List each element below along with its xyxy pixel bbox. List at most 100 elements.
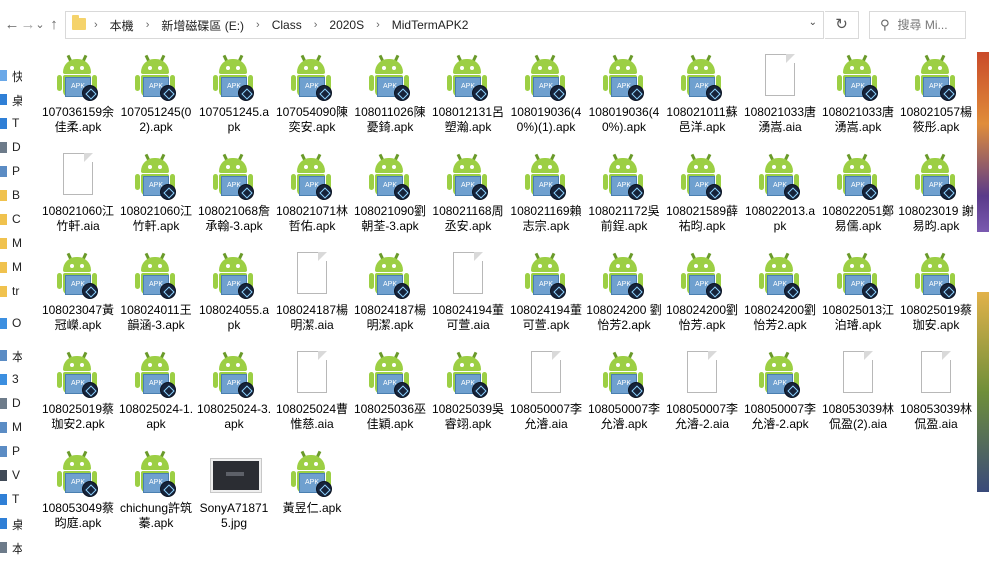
file-item[interactable]: SonyA718715.jpg [196, 448, 272, 531]
file-item[interactable]: APK 108025024-3.apk [196, 349, 272, 432]
breadcrumb-midtermapk2[interactable]: MidTermAPK2 [392, 18, 469, 32]
file-item[interactable]: 108025024曹惟慈.aia [274, 349, 350, 432]
sidebar-item[interactable]: tr [0, 282, 22, 302]
apk-android-icon: APK [756, 351, 804, 401]
file-item[interactable]: 108050007李允濬.aia [508, 349, 584, 432]
file-item[interactable]: APK 108025019蔡珈安2.apk [40, 349, 116, 432]
blank-document-icon [522, 351, 570, 401]
file-item[interactable]: 108024187楊明潔.aia [274, 250, 350, 333]
file-item[interactable]: APK 108021090劉朝荃-3.apk [352, 151, 428, 234]
file-item[interactable]: APK 107051245(02).apk [118, 52, 194, 135]
file-item[interactable]: APK 108021057楊筱彤.apk [898, 52, 974, 135]
sidebar-item[interactable]: V [0, 466, 22, 486]
file-item[interactable]: APK 108021071林哲佑.apk [274, 151, 350, 234]
file-item[interactable]: APK 108025024-1.apk [118, 349, 194, 432]
file-item[interactable]: APK 108024200 劉怡芳2.apk [586, 250, 662, 333]
file-name: 107051245(02).apk [120, 105, 192, 134]
file-item[interactable]: APK 108024011王韻涵-3.apk [118, 250, 194, 333]
sidebar-item[interactable]: 桌 [0, 90, 22, 110]
sidebar-item-label: Or [12, 316, 22, 330]
sidebar-item[interactable]: D [0, 138, 22, 158]
file-item[interactable]: APK 108023047黃冠嶸.apk [40, 250, 116, 333]
file-item[interactable]: APK 108022013.apk [742, 151, 818, 234]
file-item[interactable]: APK 108021068詹承翰-3.apk [196, 151, 272, 234]
search-input[interactable]: ⚲ 搜尋 Mi... [869, 11, 966, 39]
file-item[interactable]: APK 108024200劉怡芳2.apk [742, 250, 818, 333]
sidebar-item[interactable]: P [0, 442, 22, 462]
sidebar-item[interactable]: 本 [0, 346, 22, 366]
breadcrumb-separator-icon[interactable]: › [256, 19, 260, 31]
breadcrumb-this-pc[interactable]: 本機 [110, 17, 134, 34]
file-name: 108050007李允濬-2.apk [743, 402, 817, 431]
file-item[interactable]: APK 107051245.apk [196, 52, 272, 135]
file-item[interactable]: APK 108012131呂塑瀚.apk [430, 52, 506, 135]
address-dropdown-icon[interactable]: ⌄ [809, 17, 817, 28]
breadcrumb-separator-icon[interactable]: › [314, 19, 318, 31]
file-item[interactable]: APK 108024187楊明潔.apk [352, 250, 428, 333]
file-item[interactable]: APK 108021011蘇邑洋.apk [664, 52, 740, 135]
sidebar-item[interactable]: 桌 [0, 514, 22, 534]
sidebar-item[interactable]: 快 [0, 66, 22, 86]
breadcrumb-drive-e[interactable]: 新增磁碟區 (E:) [161, 17, 244, 34]
blank-document-icon [288, 252, 336, 302]
file-item[interactable]: APK 108024200劉怡芳.apk [664, 250, 740, 333]
sidebar-item[interactable]: P [0, 162, 22, 182]
file-item[interactable]: 108053039林侃盈.aia [898, 349, 974, 432]
file-item[interactable]: APK 108025019蔡珈安.apk [898, 250, 974, 333]
file-item[interactable]: APK 108024194董可萱.apk [508, 250, 584, 333]
file-item[interactable]: APK 108023019 謝易昀.apk [898, 151, 974, 234]
file-item[interactable]: 108050007李允濬-2.aia [664, 349, 740, 432]
breadcrumb-class[interactable]: Class [272, 18, 302, 32]
breadcrumb-2020s[interactable]: 2020S [329, 18, 364, 32]
file-item[interactable]: APK 108022051鄭易儒.apk [820, 151, 896, 234]
file-item[interactable]: APK 108021168周丞安.apk [430, 151, 506, 234]
file-item[interactable]: APK 108021033唐湧嵩.apk [820, 52, 896, 135]
file-item[interactable]: 108021033唐湧嵩.aia [742, 52, 818, 135]
breadcrumb-separator-icon[interactable]: › [146, 19, 150, 31]
sidebar-item-icon [0, 542, 7, 553]
file-item[interactable]: APK 108053049蔡昀庭.apk [40, 448, 116, 531]
file-item[interactable]: APK 108025036巫佳穎.apk [352, 349, 428, 432]
sidebar-item[interactable]: T [0, 114, 22, 134]
sidebar-item[interactable]: D [0, 394, 22, 414]
sidebar-item-label: T [12, 116, 20, 130]
file-item[interactable]: APK 107036159余佳柔.apk [40, 52, 116, 135]
file-item[interactable]: APK 107054090陳奕安.apk [274, 52, 350, 135]
file-item[interactable]: 108024194董可萱.aia [430, 250, 506, 333]
sidebar-item[interactable]: 本 [0, 538, 22, 558]
file-item[interactable]: 108053039林侃盈(2).aia [820, 349, 896, 432]
sidebar-item[interactable]: Or [0, 314, 22, 334]
file-item[interactable]: APK 108011026陳憂錡.apk [352, 52, 428, 135]
file-item[interactable]: APK 108021589薛祐昀.apk [664, 151, 740, 234]
file-item[interactable]: APK 108024055.apk [196, 250, 272, 333]
file-item[interactable]: APK chichung許筑蓁.apk [118, 448, 194, 531]
apk-android-icon: APK [132, 153, 180, 203]
file-item[interactable]: APK 108025013江泊璿.apk [820, 250, 896, 333]
file-item[interactable]: APK 108019036(40%)(1).apk [508, 52, 584, 135]
file-item[interactable]: APK 108050007李允濬.apk [586, 349, 662, 432]
breadcrumb-separator-icon[interactable]: › [376, 19, 380, 31]
file-item[interactable]: APK 108050007李允濬-2.apk [742, 349, 818, 432]
sidebar-item[interactable]: T [0, 490, 22, 510]
apk-android-icon: APK [132, 450, 180, 500]
explorer-toolbar: ← → ⌄ ↑ › 本機 › 新增磁碟區 (E:) › Class › 2020… [0, 0, 989, 52]
file-item[interactable]: APK 108025039吳睿翊.apk [430, 349, 506, 432]
refresh-button[interactable]: ↻ [825, 11, 859, 39]
sidebar-item[interactable]: B [0, 186, 22, 206]
file-item[interactable]: APK 108021060江竹軒.apk [118, 151, 194, 234]
sidebar-item-label: D [12, 140, 21, 154]
sidebar-item[interactable]: M [0, 258, 22, 278]
sidebar-item[interactable]: M [0, 234, 22, 254]
address-bar[interactable]: › 本機 › 新增磁碟區 (E:) › Class › 2020S › MidT… [65, 11, 824, 39]
breadcrumb-separator-icon[interactable]: › [94, 19, 98, 31]
file-name: 107051245.apk [198, 105, 270, 134]
file-item[interactable]: APK 黃昱仁.apk [274, 448, 350, 516]
sidebar-item[interactable]: 3 [0, 370, 22, 390]
file-item[interactable]: APK 108019036(40%).apk [586, 52, 662, 135]
file-item[interactable]: APK 108021169賴志宗.apk [508, 151, 584, 234]
file-item[interactable]: 108021060江竹軒.aia [40, 151, 116, 234]
sidebar-item[interactable]: C [0, 210, 22, 230]
up-arrow-icon[interactable]: ↑ [44, 14, 64, 36]
sidebar-item[interactable]: M [0, 418, 22, 438]
file-item[interactable]: APK 108021172吳前鋥.apk [586, 151, 662, 234]
